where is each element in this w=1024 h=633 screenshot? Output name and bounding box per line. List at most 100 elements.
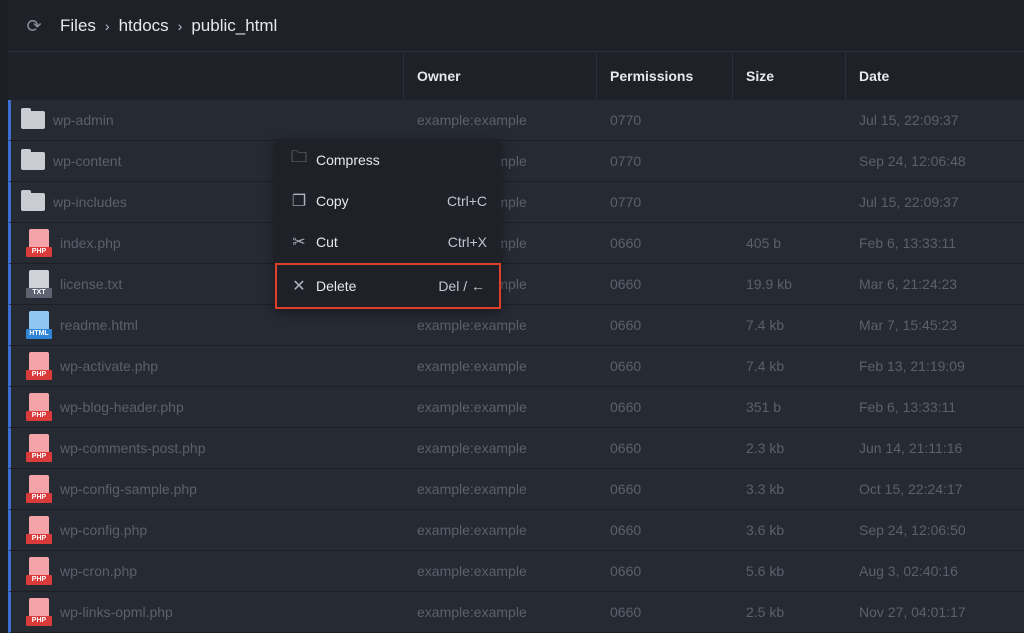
table-header: Owner Permissions Size Date xyxy=(8,52,1024,100)
file-name: wp-includes xyxy=(53,194,127,210)
table-row[interactable]: PHPwp-config.php example:example 0660 3.… xyxy=(8,510,1024,551)
file-size: 7.4 kb xyxy=(733,346,846,386)
column-owner[interactable]: Owner xyxy=(404,52,597,100)
folder-icon xyxy=(21,111,45,129)
file-permissions: 0660 xyxy=(597,387,733,427)
file-permissions: 0660 xyxy=(597,223,733,263)
refresh-icon[interactable]: ⟳ xyxy=(24,16,44,36)
table-row[interactable]: HTML readme.html example:example 0660 7.4… xyxy=(8,305,1024,346)
chevron-right-icon: › xyxy=(105,18,110,34)
txt-file-icon: TXT xyxy=(26,269,52,299)
file-owner: example:example xyxy=(404,387,597,427)
column-permissions[interactable]: Permissions xyxy=(597,52,733,100)
file-owner: example:example xyxy=(404,592,597,632)
column-size[interactable]: Size xyxy=(733,52,846,100)
table-row[interactable]: PHPwp-activate.php example:example 0660 … xyxy=(8,346,1024,387)
compress-icon: 🗀 xyxy=(289,146,309,173)
table-row[interactable]: PHP wp-links-opml.php example:example 066… xyxy=(8,592,1024,633)
chevron-right-icon: › xyxy=(178,18,183,34)
file-owner: example:example xyxy=(404,100,597,140)
file-name: wp-activate.php xyxy=(60,358,158,374)
file-size: 7.4 kb xyxy=(733,305,846,345)
file-date: Mar 6, 21:24:23 xyxy=(846,264,1024,304)
file-permissions: 0660 xyxy=(597,551,733,591)
file-date: Feb 13, 21:19:09 xyxy=(846,346,1024,386)
php-file-icon: PHP xyxy=(26,433,52,463)
breadcrumb-htdocs[interactable]: htdocs xyxy=(119,16,169,36)
menu-item-label: Delete xyxy=(316,278,356,294)
file-date: Feb 6, 13:33:11 xyxy=(846,387,1024,427)
file-permissions: 0660 xyxy=(597,510,733,550)
file-size xyxy=(733,100,846,140)
folder-icon xyxy=(21,152,45,170)
table-row[interactable]: wp-admin example:example 0770 Jul 15, 22… xyxy=(8,100,1024,141)
table-row[interactable]: wp-includes example:example 0770 Jul 15,… xyxy=(8,182,1024,223)
php-file-icon: PHP xyxy=(26,228,52,258)
php-file-icon: PHP xyxy=(26,515,52,545)
column-date[interactable]: Date xyxy=(846,52,1024,100)
php-file-icon: PHP xyxy=(26,392,52,422)
file-size: 2.5 kb xyxy=(733,592,846,632)
file-size: 351 b xyxy=(733,387,846,427)
menu-item-shortcut: Ctrl+X xyxy=(448,234,487,250)
file-name: wp-config.php xyxy=(60,522,147,538)
menu-item-label: Compress xyxy=(316,152,380,168)
menu-item-shortcut: Del / ← xyxy=(438,278,485,294)
file-permissions: 0770 xyxy=(597,182,733,222)
menu-item-copy[interactable]: ❐CopyCtrl+C xyxy=(275,180,501,221)
table-row[interactable]: PHPwp-comments-post.php example:example … xyxy=(8,428,1024,469)
file-permissions: 0660 xyxy=(597,428,733,468)
file-owner: example:example xyxy=(404,469,597,509)
file-permissions: 0660 xyxy=(597,592,733,632)
file-date: Oct 15, 22:24:17 xyxy=(846,469,1024,509)
table-row[interactable]: PHPindex.php example:example 0660 405 b … xyxy=(8,223,1024,264)
table-row[interactable]: TXTlicense.txt example:example 0660 19.9… xyxy=(8,264,1024,305)
table-row[interactable]: PHPwp-cron.php example:example 0660 5.6 … xyxy=(8,551,1024,592)
table-row[interactable]: PHP wp-blog-header.php example:example 06… xyxy=(8,387,1024,428)
file-list: wp-admin example:example 0770 Jul 15, 22… xyxy=(8,100,1024,633)
file-size: 3.3 kb xyxy=(733,469,846,509)
file-permissions: 0770 xyxy=(597,141,733,181)
menu-item-delete[interactable]: ✕ Delete Del / ← xyxy=(275,263,501,309)
table-row[interactable]: wp-content example:example 0770 Sep 24, … xyxy=(8,141,1024,182)
close-icon: ✕ xyxy=(289,276,309,296)
file-name: wp-blog-header.php xyxy=(60,399,184,415)
file-permissions: 0660 xyxy=(597,305,733,345)
php-file-icon: PHP xyxy=(26,474,52,504)
file-owner: example:example xyxy=(404,551,597,591)
file-permissions: 0770 xyxy=(597,100,733,140)
file-owner: example:example xyxy=(404,305,597,345)
menu-item-shortcut: Ctrl+C xyxy=(447,193,487,209)
breadcrumb-public-html[interactable]: public_html xyxy=(191,16,277,36)
file-size xyxy=(733,182,846,222)
file-permissions: 0660 xyxy=(597,264,733,304)
column-name[interactable] xyxy=(8,52,404,100)
file-name: readme.html xyxy=(60,317,138,333)
file-date: Sep 24, 12:06:50 xyxy=(846,510,1024,550)
breadcrumb-bar: ⟳ Files › htdocs › public_html xyxy=(8,0,1024,52)
scissors-icon: ✂ xyxy=(289,232,309,252)
file-owner: example:example xyxy=(404,346,597,386)
breadcrumb-files[interactable]: Files xyxy=(60,16,96,36)
file-date: Aug 3, 02:40:16 xyxy=(846,551,1024,591)
file-size: 5.6 kb xyxy=(733,551,846,591)
file-name: wp-content xyxy=(53,153,121,169)
menu-item-cut[interactable]: ✂CutCtrl+X xyxy=(275,221,501,262)
file-permissions: 0660 xyxy=(597,346,733,386)
file-size xyxy=(733,141,846,181)
file-permissions: 0660 xyxy=(597,469,733,509)
table-row[interactable]: PHPwp-config-sample.php example:example … xyxy=(8,469,1024,510)
html-file-icon: HTML xyxy=(26,310,52,340)
file-name: wp-links-opml.php xyxy=(60,604,173,620)
file-date: Mar 7, 15:45:23 xyxy=(846,305,1024,345)
file-name: wp-cron.php xyxy=(60,563,137,579)
file-name: license.txt xyxy=(60,276,122,292)
file-date: Jul 15, 22:09:37 xyxy=(846,182,1024,222)
file-date: Jun 14, 21:11:16 xyxy=(846,428,1024,468)
file-date: Nov 27, 04:01:17 xyxy=(846,592,1024,632)
file-name: wp-comments-post.php xyxy=(60,440,206,456)
php-file-icon: PHP xyxy=(26,597,52,627)
file-owner: example:example xyxy=(404,510,597,550)
php-file-icon: PHP xyxy=(26,351,52,381)
menu-item-compress[interactable]: 🗀 Compress xyxy=(275,139,501,180)
